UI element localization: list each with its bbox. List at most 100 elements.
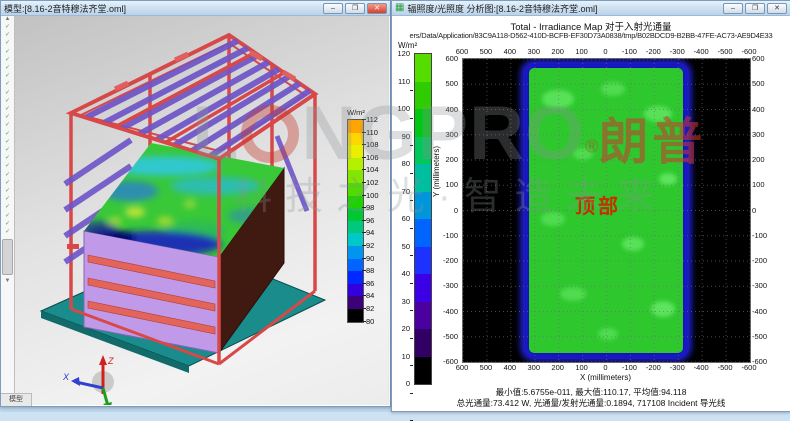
axis-tick-label: -200 <box>443 256 458 265</box>
x-axis-title: X (millimeters) <box>462 373 749 382</box>
colorbar-tick-label: 80 <box>402 159 410 168</box>
document-icon: ▦ <box>395 3 404 13</box>
irradiance-window-titlebar[interactable]: ▦ 辐照度/光照度 分析图:[8.16-2音特穆法齐堂.oml] – ❐ ✕ <box>392 1 790 16</box>
axis-tick-label: 200 <box>551 363 564 372</box>
axis-tick-label: -300 <box>752 281 767 290</box>
colorbar-tick-label: 120 <box>397 49 410 58</box>
axis-tick-label: 400 <box>504 47 517 56</box>
colorbar-segment <box>415 247 431 275</box>
colorbar-tick-label: 104 <box>366 165 379 174</box>
tree-check-icon: ✓ <box>1 64 14 72</box>
maximize-button[interactable]: ❐ <box>745 3 765 14</box>
colorbar-tick <box>362 321 366 322</box>
minimize-button[interactable]: – <box>723 3 743 14</box>
colorbar-segment <box>415 302 431 330</box>
x-ticks-bottom: 6005004003002001000-100-200-300-400-500-… <box>462 363 749 372</box>
colorbar-tick <box>410 90 413 91</box>
colorbar-segment <box>415 137 431 165</box>
maximize-button[interactable]: ❐ <box>345 3 365 14</box>
colorbar-tick <box>410 118 413 119</box>
tree-check-icon: ✓ <box>1 171 14 179</box>
tree-check-icon: ✓ <box>1 212 14 220</box>
scrollbar-thumb[interactable] <box>2 239 13 275</box>
colorbar-tick-label: 82 <box>366 304 374 313</box>
axis-tick-label: -400 <box>752 307 767 316</box>
axis-tick-label: -500 <box>718 47 733 56</box>
tree-check-icon: ✓ <box>1 187 14 195</box>
colorbar-tick-label: 98 <box>366 203 374 212</box>
model-tree-strip[interactable]: ▲ ✓✓✓✓✓✓✓✓✓✓✓✓✓✓✓✓✓✓✓✓✓✓✓✓✓✓ ▼ <box>1 16 15 394</box>
axis-tick-label: 500 <box>480 363 493 372</box>
colorbar-tick-label: 106 <box>366 153 379 162</box>
irradiance-map-plot[interactable]: 顶部 <box>462 58 751 363</box>
model-tab[interactable]: 模型 <box>1 393 32 406</box>
colorbar-tick <box>410 145 413 146</box>
colorbar-tick-label: 70 <box>402 187 410 196</box>
axis-tick-label: 400 <box>752 105 765 114</box>
axis-tick-label: -600 <box>752 357 767 366</box>
axis-tick-label: 0 <box>454 206 458 215</box>
colorbar-tick <box>362 132 366 133</box>
colorbar-tick <box>410 338 413 339</box>
tree-check-icon: ✓ <box>1 138 14 146</box>
colorbar-tick-label: 110 <box>398 77 410 86</box>
colorbar-tick <box>410 228 413 229</box>
x-ticks-top: 6005004003002001000-100-200-300-400-500-… <box>462 47 749 56</box>
colorbar-tick <box>362 232 366 233</box>
colorbar-tick-label: 94 <box>366 228 374 237</box>
axis-tick-label: 500 <box>480 47 493 56</box>
axis-tick-label: -100 <box>752 231 767 240</box>
axis-tick-label: -300 <box>670 363 685 372</box>
colorbar-tick <box>362 258 366 259</box>
colorbar-tick <box>410 365 413 366</box>
model-window-titlebar[interactable]: 模型:[8.16-2音特穆法齐堂.oml] – ❐ ✕ <box>1 1 390 16</box>
axis-tick-label: 100 <box>752 180 765 189</box>
axis-tick-label: 100 <box>575 47 588 56</box>
close-button[interactable]: ✕ <box>367 3 387 14</box>
axis-tick-label: 200 <box>551 47 564 56</box>
axis-tick-label: -400 <box>443 307 458 316</box>
colorbar-segment <box>415 82 431 110</box>
colorbar-tick-label: 20 <box>402 324 410 333</box>
scroll-up-icon[interactable]: ▲ <box>1 16 14 23</box>
colorbar-tick <box>362 295 366 296</box>
axis-tick-label: 400 <box>445 105 458 114</box>
axis-tick-label: 400 <box>504 363 517 372</box>
model-colorbar-labels: 1121101081061041021009896949290888684828… <box>345 119 391 321</box>
tree-check-icon: ✓ <box>1 80 14 88</box>
colorbar-tick <box>362 195 366 196</box>
model-window: 模型:[8.16-2音特穆法齐堂.oml] – ❐ ✕ ▲ ✓✓✓✓✓✓✓✓✓✓… <box>0 0 391 407</box>
z-axis-label: Z <box>107 356 114 366</box>
colorbar-tick-label: 88 <box>366 266 374 275</box>
tree-check-icon: ✓ <box>1 220 14 228</box>
stats-line-2: 总光通量:73.412 W, 光通量/发射光通量:0.1894, 717108 … <box>392 397 790 409</box>
close-button[interactable]: ✕ <box>767 3 787 14</box>
tree-check-icon: ✓ <box>1 113 14 121</box>
tree-check-icon: ✓ <box>1 146 14 154</box>
x-axis-label: X <box>62 372 70 382</box>
map-source-path: ers/Data/Application/83C9A118-D562-410D-… <box>394 31 788 40</box>
colorbar-tick-label: 60 <box>402 214 410 223</box>
axis-tick-label: -200 <box>646 47 661 56</box>
colorbar-tick-label: 80 <box>366 317 374 326</box>
axis-tick-label: 100 <box>575 363 588 372</box>
scroll-down-icon[interactable]: ▼ <box>1 278 14 285</box>
colorbar-tick <box>410 255 413 256</box>
minimize-button[interactable]: – <box>323 3 343 14</box>
axis-tick-label: 200 <box>445 155 458 164</box>
model-3d-viewport[interactable]: Z X W/m² 1121101081061041021009896949290… <box>15 16 389 405</box>
axis-tick-label: -500 <box>718 363 733 372</box>
axis-tick-label: -300 <box>670 47 685 56</box>
tree-check-icon: ✓ <box>1 195 14 203</box>
colorbar-tick <box>362 270 366 271</box>
colorbar-segment <box>415 219 431 247</box>
colorbar-tick-label: 90 <box>402 132 410 141</box>
irradiance-window-content: Total - Irradiance Map 对于入射光通量 ers/Data/… <box>392 16 790 411</box>
colorbar-segment <box>415 164 431 192</box>
colorbar-tick-label: 84 <box>366 291 374 300</box>
colorbar-segment <box>415 192 431 220</box>
map-colorbar-bar <box>414 53 432 385</box>
colorbar-tick <box>362 157 366 158</box>
tree-check-icon: ✓ <box>1 154 14 162</box>
axis-tick-label: -200 <box>752 256 767 265</box>
